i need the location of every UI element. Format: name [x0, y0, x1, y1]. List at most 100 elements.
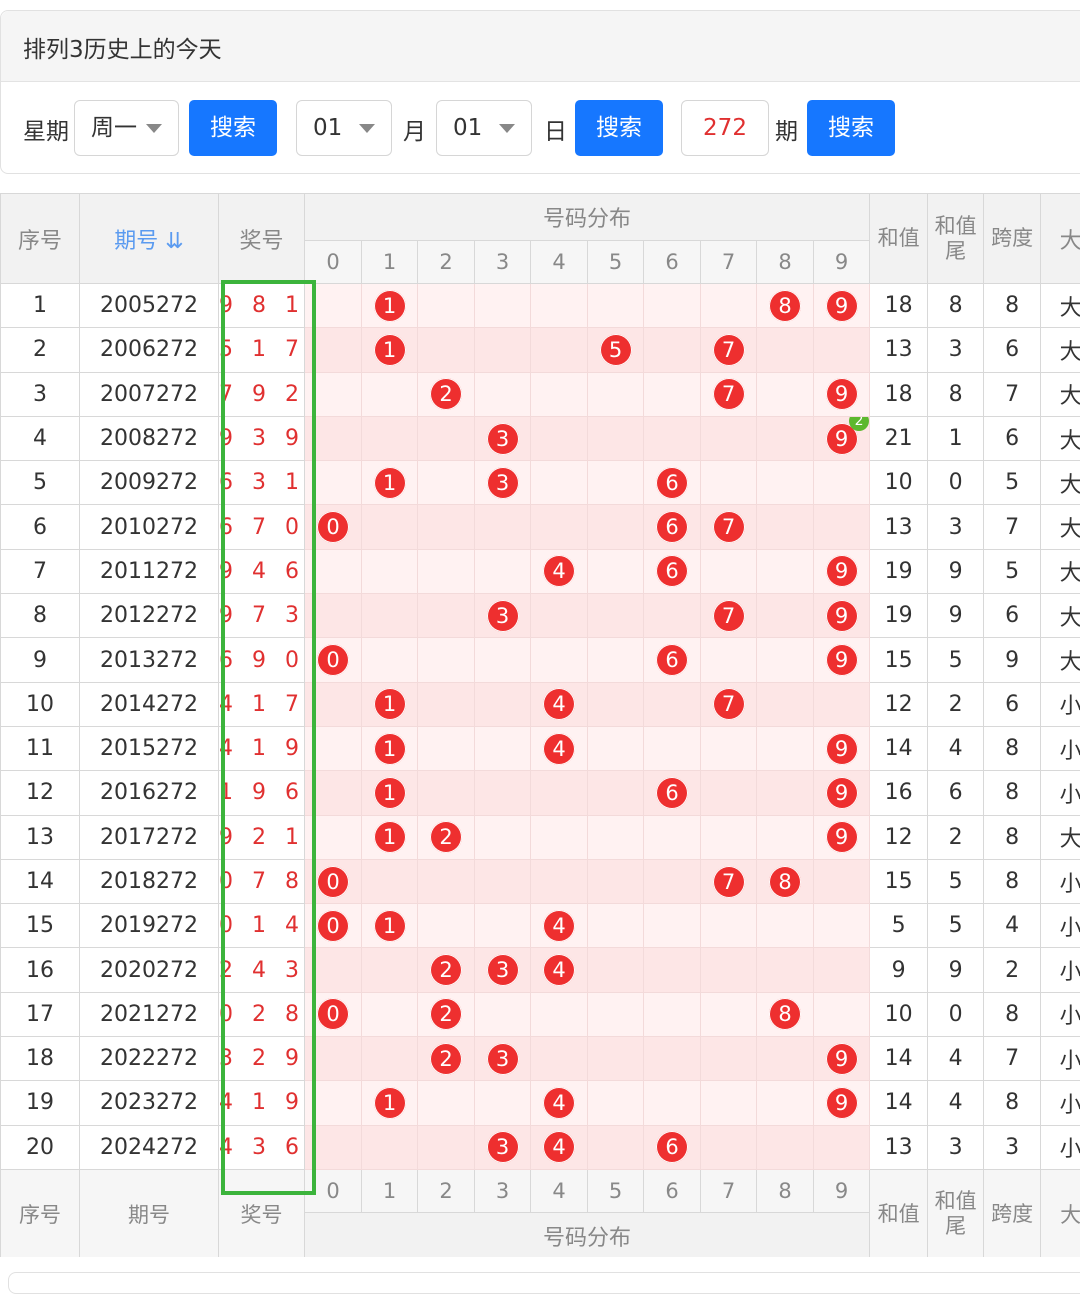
dist-cell-4 — [531, 1037, 588, 1081]
dist-cell-5 — [588, 859, 644, 903]
dist-cell-4 — [531, 505, 588, 549]
number-ball: 6 — [656, 467, 688, 499]
dist-cell-0: 0 — [305, 859, 362, 903]
row-sum-tail: 5 — [928, 904, 984, 948]
dist-cell-4 — [531, 771, 588, 815]
row-issue: 2017272 — [80, 815, 219, 859]
row-sum-tail: 3 — [928, 1125, 984, 1169]
dist-cell-2 — [418, 594, 475, 638]
row-sum-tail: 5 — [928, 859, 984, 903]
dist-cell-1: 1 — [362, 771, 418, 815]
row-sum-tail: 6 — [928, 771, 984, 815]
row-sum-tail: 4 — [928, 726, 984, 770]
issue-header-label: 期号 — [114, 229, 158, 254]
dist-cell-9: 9 — [814, 638, 870, 682]
digit-header-6: 6 — [644, 241, 701, 284]
row-sum: 19 — [870, 549, 928, 593]
number-ball: 1 — [374, 334, 406, 366]
issue-search-button[interactable]: 搜索 — [807, 100, 895, 156]
number-ball: 6 — [656, 511, 688, 543]
footer-sum: 和值 — [870, 1169, 928, 1257]
number-ball: 0 — [317, 910, 349, 942]
month-select[interactable]: 01 — [296, 100, 392, 156]
dist-cell-2 — [418, 461, 475, 505]
table-row: 720112729 4 64691995大 — [1, 549, 1080, 593]
number-ball: 6 — [656, 1131, 688, 1163]
dist-cell-4 — [531, 372, 588, 416]
dist-cell-3: 3 — [475, 594, 531, 638]
issue-input[interactable]: 272 — [681, 100, 769, 156]
dist-cell-8 — [757, 948, 814, 992]
table-row: 1220162721 9 61691668小 — [1, 771, 1080, 815]
row-issue: 2021272 — [80, 992, 219, 1036]
number-ball: 3 — [487, 954, 519, 986]
table-row: 520092726 3 11361005大 — [1, 461, 1080, 505]
row-size: 大 — [1041, 328, 1080, 372]
dist-cell-1 — [362, 1037, 418, 1081]
row-size: 大 — [1041, 549, 1080, 593]
footer-distribution: 号码分布 — [305, 1212, 870, 1257]
dist-cell-2: 2 — [418, 1037, 475, 1081]
row-size: 大 — [1041, 284, 1080, 328]
row-sum: 10 — [870, 461, 928, 505]
row-span: 4 — [984, 904, 1041, 948]
dist-cell-1 — [362, 859, 418, 903]
row-size: 小 — [1041, 992, 1080, 1036]
dist-cell-9: 92 — [814, 416, 870, 460]
row-sum-tail: 9 — [928, 549, 984, 593]
dist-cell-6 — [644, 1037, 701, 1081]
row-span: 7 — [984, 505, 1041, 549]
day-label: 日 — [544, 112, 567, 146]
row-prize: 6 9 0 — [219, 638, 305, 682]
row-issue: 2024272 — [80, 1125, 219, 1169]
dist-cell-9 — [814, 461, 870, 505]
digit-footer-9: 9 — [814, 1169, 870, 1212]
row-issue: 2019272 — [80, 904, 219, 948]
dist-cell-8 — [757, 815, 814, 859]
row-sum-tail: 4 — [928, 1037, 984, 1081]
chevron-down-icon — [146, 124, 162, 133]
dist-cell-4: 4 — [531, 948, 588, 992]
number-ball: 9 — [826, 821, 858, 853]
dist-cell-5 — [588, 815, 644, 859]
row-sum: 12 — [870, 815, 928, 859]
digit-header-1: 1 — [362, 241, 418, 284]
row-sum-tail: 0 — [928, 461, 984, 505]
row-size: 小 — [1041, 904, 1080, 948]
dist-cell-4: 4 — [531, 682, 588, 726]
day-select[interactable]: 01 — [436, 100, 532, 156]
dist-cell-3: 3 — [475, 1037, 531, 1081]
row-sum-tail: 2 — [928, 682, 984, 726]
dist-cell-8 — [757, 904, 814, 948]
digit-header-3: 3 — [475, 241, 531, 284]
row-seq: 4 — [1, 416, 80, 460]
dist-cell-3 — [475, 726, 531, 770]
row-sum-tail: 9 — [928, 948, 984, 992]
dist-cell-6 — [644, 284, 701, 328]
col-header-issue[interactable]: 期号 ⇊ — [80, 194, 219, 284]
row-issue: 2023272 — [80, 1081, 219, 1125]
date-search-button[interactable]: 搜索 — [575, 100, 663, 156]
dist-cell-7: 7 — [701, 594, 757, 638]
col-header-prize: 奖号 — [219, 194, 305, 284]
row-span: 8 — [984, 815, 1041, 859]
dist-cell-0 — [305, 1037, 362, 1081]
row-span: 5 — [984, 549, 1041, 593]
row-size: 小 — [1041, 682, 1080, 726]
dist-cell-0 — [305, 328, 362, 372]
dist-cell-5 — [588, 461, 644, 505]
dist-cell-4 — [531, 284, 588, 328]
weekday-search-button[interactable]: 搜索 — [189, 100, 277, 156]
sort-icon[interactable]: ⇊ — [165, 229, 183, 254]
row-seq: 9 — [1, 638, 80, 682]
dist-cell-0: 0 — [305, 992, 362, 1036]
footer-size: 大 — [1041, 1169, 1080, 1257]
row-seq: 5 — [1, 461, 80, 505]
dist-cell-8 — [757, 328, 814, 372]
number-ball: 9 — [826, 644, 858, 676]
row-span: 9 — [984, 638, 1041, 682]
row-seq: 2 — [1, 328, 80, 372]
weekday-select[interactable]: 周一 — [74, 100, 179, 156]
dist-cell-2 — [418, 904, 475, 948]
dist-cell-4: 4 — [531, 726, 588, 770]
